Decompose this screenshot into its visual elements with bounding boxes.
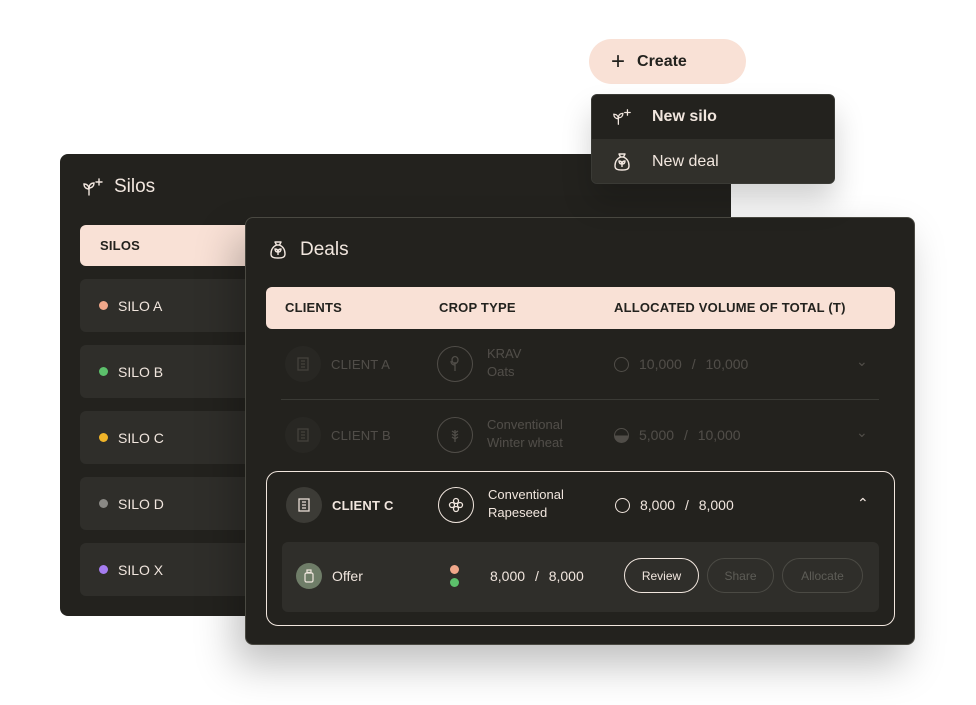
create-button[interactable]: + Create [589, 39, 746, 84]
money-bag-icon [614, 152, 630, 171]
silo-label: SILO C [118, 429, 164, 446]
deal-row-client-b[interactable]: CLIENT B Conventional Winter wheat 5,000 … [266, 400, 895, 470]
crop-type: KRAV Oats [487, 345, 521, 381]
menu-item-label: New silo [652, 108, 717, 125]
silo-label: SILO A [118, 297, 163, 314]
silos-header: Silos [82, 176, 155, 198]
deal-row-client-c-expanded: CLIENT C Conventional Rapeseed 8,000 / 8,… [266, 471, 895, 626]
offer-row: Offer 8,000 / 8,000 Review Share Allocat… [282, 542, 879, 612]
total-volume: 8,000 [698, 497, 734, 513]
chevron-down-icon[interactable]: ⌄ [856, 424, 868, 441]
crop-name: Rapeseed [488, 505, 548, 520]
create-label: Create [637, 52, 687, 70]
plus-icon: + [611, 47, 626, 75]
sprout-plus-icon [613, 109, 631, 125]
crop-certification: Conventional [488, 487, 564, 502]
chevron-down-icon[interactable]: ⌄ [856, 353, 868, 370]
menu-item-new-deal[interactable]: New deal [592, 139, 834, 183]
menu-item-new-silo[interactable]: New silo [592, 95, 834, 139]
volume: 5,000 / 10,000 [639, 427, 741, 443]
stage: Silos SILOS SILO A SILO B SILO C SILO D … [0, 0, 976, 705]
client-name: CLIENT B [331, 428, 391, 443]
total-volume: 10,000 [705, 356, 749, 372]
column-header-volume[interactable]: ALLOCATED VOLUME OF TOTAL (T) [614, 300, 846, 315]
offer-label: Offer [332, 568, 363, 584]
volume-separator: / [684, 497, 689, 513]
status-dot [99, 565, 108, 574]
total-volume: 8,000 [548, 568, 584, 584]
volume-separator: / [534, 568, 539, 584]
create-menu: New silo New deal [591, 94, 835, 184]
share-button[interactable]: Share [707, 558, 774, 593]
deal-row-client-a[interactable]: CLIENT A KRAV Oats 10,000 / 10,000 ⌄ [266, 329, 895, 399]
rapeseed-flower-icon [438, 487, 474, 523]
deal-row-client-c[interactable]: CLIENT C Conventional Rapeseed 8,000 / 8,… [267, 472, 894, 542]
status-dot [99, 433, 108, 442]
allocation-progress-icon [614, 357, 629, 372]
oats-icon [437, 346, 473, 382]
deals-panel: Deals CLIENTS CROP TYPE ALLOCATED VOLUME… [245, 217, 915, 645]
column-header-crop-type[interactable]: CROP TYPE [439, 300, 516, 315]
bottle-icon [296, 563, 322, 589]
allocate-button[interactable]: Allocate [782, 558, 863, 593]
building-icon [286, 487, 322, 523]
silo-dot [450, 578, 459, 587]
status-dot [99, 367, 108, 376]
crop-name: Oats [487, 364, 515, 379]
volume-separator: / [691, 356, 696, 372]
client-name: CLIENT A [331, 357, 391, 372]
review-button[interactable]: Review [624, 558, 699, 593]
silo-label: SILO X [118, 561, 164, 578]
money-bag-icon [270, 241, 286, 259]
allocated-volume: 5,000 [639, 427, 675, 443]
volume: 10,000 / 10,000 [639, 356, 748, 372]
allocation-progress-icon [615, 498, 630, 513]
allocated-volume: 8,000 [490, 568, 526, 584]
volume: 8,000 / 8,000 [640, 497, 734, 513]
chevron-up-icon[interactable]: ⌃ [857, 495, 869, 512]
silo-label: SILO B [118, 363, 164, 380]
table-header: CLIENTS CROP TYPE ALLOCATED VOLUME OF TO… [266, 287, 895, 329]
offer-volume: 8,000 / 8,000 [490, 568, 584, 584]
crop-type: Conventional Winter wheat [487, 416, 563, 452]
building-icon [285, 417, 321, 453]
status-dot [99, 499, 108, 508]
deals-title: Deals [300, 239, 349, 260]
volume-separator: / [683, 427, 688, 443]
allocated-volume: 8,000 [640, 497, 676, 513]
crop-type: Conventional Rapeseed [488, 486, 564, 522]
client-name: CLIENT C [332, 498, 394, 513]
crop-certification: KRAV [487, 346, 522, 361]
total-volume: 10,000 [697, 427, 741, 443]
silo-dot [450, 565, 459, 574]
sprout-plus-icon [83, 178, 103, 196]
wheat-icon [437, 417, 473, 453]
column-header-clients[interactable]: CLIENTS [285, 300, 342, 315]
deals-header: Deals [268, 239, 349, 261]
allocated-volume: 10,000 [639, 356, 682, 372]
building-icon [285, 346, 321, 382]
silo-label: SILO D [118, 495, 164, 512]
allocation-progress-icon [614, 428, 629, 443]
crop-certification: Conventional [487, 417, 563, 432]
status-dot [99, 301, 108, 310]
silos-title: Silos [114, 176, 156, 197]
crop-name: Winter wheat [487, 435, 563, 450]
menu-item-label: New deal [652, 152, 719, 170]
